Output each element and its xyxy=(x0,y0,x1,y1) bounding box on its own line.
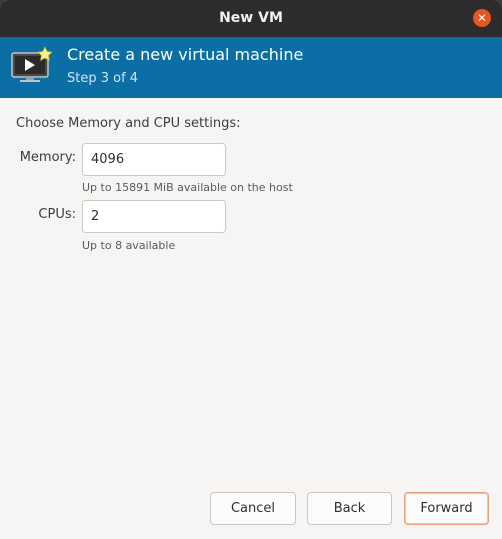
cpus-hint: Up to 8 available xyxy=(82,239,176,252)
wizard-header: Create a new virtual machine Step 3 of 4 xyxy=(0,37,502,98)
new-vm-dialog: New VM ✕ Create a new virtual machine St… xyxy=(0,0,502,539)
cancel-button[interactable]: Cancel xyxy=(210,492,296,525)
cpus-spinbox: − + xyxy=(82,200,226,233)
section-label: Choose Memory and CPU settings: xyxy=(16,116,241,131)
wizard-step: Step 3 of 4 xyxy=(67,71,139,86)
settings-panel: Choose Memory and CPU settings: Memory: … xyxy=(0,98,502,539)
vm-monitor-icon xyxy=(10,45,56,89)
back-button[interactable]: Back xyxy=(307,492,392,525)
window-title: New VM xyxy=(219,10,283,26)
memory-input[interactable] xyxy=(83,144,225,175)
cpus-label: CPUs: xyxy=(38,207,76,222)
title-bar: New VM ✕ xyxy=(0,0,502,37)
close-icon[interactable]: ✕ xyxy=(473,9,491,27)
forward-button[interactable]: Forward xyxy=(404,492,489,525)
cpus-input[interactable] xyxy=(83,201,225,232)
wizard-title: Create a new virtual machine xyxy=(67,45,304,64)
memory-label: Memory: xyxy=(19,150,76,165)
memory-spinbox: − + xyxy=(82,143,226,176)
memory-hint: Up to 15891 MiB available on the host xyxy=(82,181,293,194)
